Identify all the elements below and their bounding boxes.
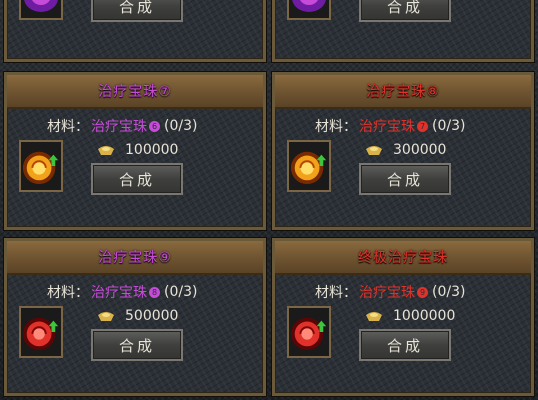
gold-ingot-icon	[366, 146, 382, 155]
material-count: (0/3)	[432, 284, 466, 300]
material-level: 7	[417, 120, 428, 132]
orb-icon[interactable]	[287, 140, 331, 192]
gem-icon	[19, 0, 63, 20]
cost-row: 1000000	[365, 307, 455, 325]
gold-ingot-icon	[366, 312, 382, 321]
material-requirement: 材料： 治疗宝珠 6 (0/3)	[47, 116, 197, 136]
cost-value: 500000	[125, 308, 179, 324]
material-label: 材料：	[315, 119, 357, 135]
material-name: 治疗宝珠	[91, 119, 147, 135]
material-label: 材料：	[47, 285, 89, 301]
material-requirement: 材料： 治疗宝珠 9 (0/3)	[315, 282, 465, 302]
material-label: 材料：	[47, 119, 89, 135]
material-level: 8	[149, 286, 160, 298]
craft-button[interactable]: 合成	[91, 0, 183, 22]
recipe-card-top-left: 合成	[4, 0, 266, 62]
card-title: 治疗宝珠⑨	[7, 241, 263, 275]
craft-button[interactable]: 合成	[359, 163, 451, 195]
recipe-card-healing-orb-8: 治疗宝珠⑧ 材料： 治疗宝珠 7 (0/3) 300000 合成	[272, 72, 534, 230]
material-count: (0/3)	[164, 118, 198, 134]
craft-button[interactable]: 合成	[359, 0, 451, 22]
recipe-card-healing-orb-9: 治疗宝珠⑨ 材料： 治疗宝珠 8 (0/3) 500000 合成	[4, 238, 266, 396]
material-level: 9	[417, 286, 428, 298]
orb-icon[interactable]	[19, 140, 63, 192]
cost-row: 500000	[97, 307, 178, 325]
recipe-card-healing-orb-7: 治疗宝珠⑦ 材料： 治疗宝珠 6 (0/3) 100000 合成	[4, 72, 266, 230]
card-title: 终极治疗宝珠	[275, 241, 531, 275]
material-name: 治疗宝珠	[359, 119, 415, 135]
card-title: 治疗宝珠⑦	[7, 75, 263, 109]
material-name: 治疗宝珠	[359, 285, 415, 301]
material-name: 治疗宝珠	[91, 285, 147, 301]
gold-ingot-icon	[98, 146, 114, 155]
material-level: 6	[149, 120, 160, 132]
recipe-card-top-right: 合成	[272, 0, 534, 62]
cost-value: 100000	[125, 142, 179, 158]
material-requirement: 材料： 治疗宝珠 7 (0/3)	[315, 116, 465, 136]
cost-row: 300000	[365, 141, 446, 159]
cost-value: 300000	[393, 142, 447, 158]
material-count: (0/3)	[164, 284, 198, 300]
material-count: (0/3)	[432, 118, 466, 134]
recipe-card-ultimate-healing-orb: 终极治疗宝珠 材料： 治疗宝珠 9 (0/3) 1000000 合成	[272, 238, 534, 396]
gem-icon	[287, 0, 331, 20]
cost-row: 100000	[97, 141, 178, 159]
orb-icon[interactable]	[287, 306, 331, 358]
cost-value: 1000000	[393, 308, 456, 324]
material-requirement: 材料： 治疗宝珠 8 (0/3)	[47, 282, 197, 302]
craft-button[interactable]: 合成	[91, 329, 183, 361]
gold-ingot-icon	[98, 312, 114, 321]
card-title: 治疗宝珠⑧	[275, 75, 531, 109]
craft-button[interactable]: 合成	[359, 329, 451, 361]
orb-icon[interactable]	[19, 306, 63, 358]
material-label: 材料：	[315, 285, 357, 301]
craft-button[interactable]: 合成	[91, 163, 183, 195]
